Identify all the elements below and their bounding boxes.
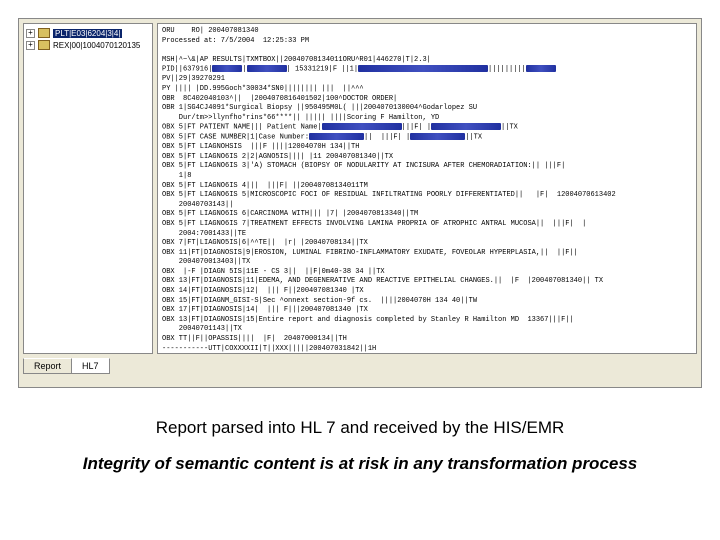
hl7-segment: OBX 5|FT PATIENT NAME||| Patient Name|||… xyxy=(162,123,692,133)
caption-line-2: Integrity of semantic content is at risk… xyxy=(0,454,720,474)
caption-line-1: Report parsed into HL 7 and received by … xyxy=(0,418,720,438)
hl7-segment: 2004:7001433||TE xyxy=(162,230,692,240)
hl7-segment: OBR 8C402040103^|| |2004070816401502|100… xyxy=(162,95,692,105)
hl7-segment: 20040701143||TX xyxy=(162,325,692,335)
bottom-tabs: Report HL7 xyxy=(23,358,701,374)
tab-hl7[interactable]: HL7 xyxy=(71,358,110,374)
hl7-segment: OBX 14|FT|DIAGNOSIS|12| ||| F||200407081… xyxy=(162,287,692,297)
hl7-segment: -----------UTT|COXXXXII|T||XXX|||||20040… xyxy=(162,345,692,354)
hl7-segment: OBX 13|FT|DIAGNOSIS|11|EDEMA, AND DEGENE… xyxy=(162,277,692,287)
hl7-segment: OBX |-F |DIAGN 5IS|11E - CS 3|| ||F|0m40… xyxy=(162,268,692,278)
hl7-segment: 2004070013403||TX xyxy=(162,258,692,268)
hl7-segment: OBX 13|FT|DIAGNOSIS|15|Entire report and… xyxy=(162,316,692,326)
hl7-segment: OBX 5|FT LIAGNO6IS 2|2|AGNO5IS|||| |11 2… xyxy=(162,153,692,163)
hl7-segment: OBX 5|FT LIAGNO6IS 7|TREATMENT EFFECTS I… xyxy=(162,220,692,230)
hl7-segment: Dur/tm>>llynfho*rins*66****|| ||||| ||||… xyxy=(162,114,692,124)
hl7-segment: OBX 5|FT LIAGNO6IS 3|'A) STOMACH (BIOPSY… xyxy=(162,162,692,172)
hl7-segment: 1|8 xyxy=(162,172,692,182)
hl7-segment: OBX 7|FT|LIAGNO5IS|6|^^TE|| |r| |2004070… xyxy=(162,239,692,249)
split-panes: +PLT|E03|6204|3|4|+REX|00|1004070120135 … xyxy=(19,19,701,354)
redaction-icon xyxy=(431,123,501,130)
hl7-segment: PV||29|39270291 xyxy=(162,75,692,85)
tab-report[interactable]: Report xyxy=(23,358,72,374)
hl7-segment: OBX 17|FT|DIAGNOSIS|14| ||| F|||20040708… xyxy=(162,306,692,316)
tree-item[interactable]: + REX|00|1004070120135 xyxy=(26,40,150,50)
hl7-segment: OBX 5|FT LIAGNOHSIS |||F ||||12004070H 1… xyxy=(162,143,692,153)
redaction-icon xyxy=(247,65,287,72)
hl7-segment: OBR 1|SG4CJ4091*Surgical Biopsy ||950495… xyxy=(162,104,692,114)
hl7-segment: OBX 11|FT|DIAGNOSIS|9|EROSION, LUMINAL F… xyxy=(162,249,692,259)
redaction-icon xyxy=(358,65,488,72)
hl7-segment: 20040703143|| xyxy=(162,201,692,211)
expand-icon[interactable]: + xyxy=(26,41,35,50)
redaction-icon xyxy=(212,65,242,72)
hl7-segment: OBX 5|FT LIAGNO6IS 6|CARCINOMA WITH||| |… xyxy=(162,210,692,220)
tree-item[interactable]: + PLT|E03|6204|3|4| xyxy=(26,28,150,38)
hl7-segment: Processed at: 7/5/2004 12:25:33 PM xyxy=(162,37,692,47)
redaction-icon xyxy=(410,133,465,140)
hl7-segment: MSH|^~\&|AP RESULTS|TXMTBOX||20040708134… xyxy=(162,56,692,66)
hl7-message-pane[interactable]: ORU RO| 200407081340Processed at: 7/5/20… xyxy=(157,23,697,354)
hl7-segment: OBX TT||F||OPASSIS|||| |F| 20407000134||… xyxy=(162,335,692,345)
slide: +PLT|E03|6204|3|4|+REX|00|1004070120135 … xyxy=(0,0,720,540)
app-window: +PLT|E03|6204|3|4|+REX|00|1004070120135 … xyxy=(18,18,702,388)
tree-pane[interactable]: + PLT|E03|6204|3|4| + REX|00|1004070120135 xyxy=(23,23,153,354)
tree-item-label: REX|00|1004070120135 xyxy=(53,41,140,50)
tree-item-label: PLT|E03|6204|3|4| xyxy=(53,29,122,38)
hl7-segment: PID||637916||| 15331219|F ||1|||||||||| xyxy=(162,65,692,75)
hl7-segment: PY |||| |DD.995Goch*30034*SN0|||||||| ||… xyxy=(162,85,692,95)
hl7-segment: OBX 5|FT LIAGNO6IS 5|MICROSCOPIC FOCI OF… xyxy=(162,191,692,201)
hl7-segment: OBX 5|FT CASE NUMBER|1|Case Number:|| ||… xyxy=(162,133,692,143)
expand-icon[interactable]: + xyxy=(26,29,35,38)
folder-icon xyxy=(38,28,50,38)
folder-icon xyxy=(38,40,50,50)
redaction-icon xyxy=(322,123,402,130)
hl7-segment: ORU RO| 200407081340 xyxy=(162,27,692,37)
hl7-segment: OBX 15|FT|DIAGNM_GISI-S|Sec ^onnext sect… xyxy=(162,297,692,307)
redaction-icon xyxy=(526,65,556,72)
redaction-icon xyxy=(309,133,364,140)
hl7-segment: OBX 5|FT LIAGNO6IS 4||| |||F| ||20040708… xyxy=(162,182,692,192)
